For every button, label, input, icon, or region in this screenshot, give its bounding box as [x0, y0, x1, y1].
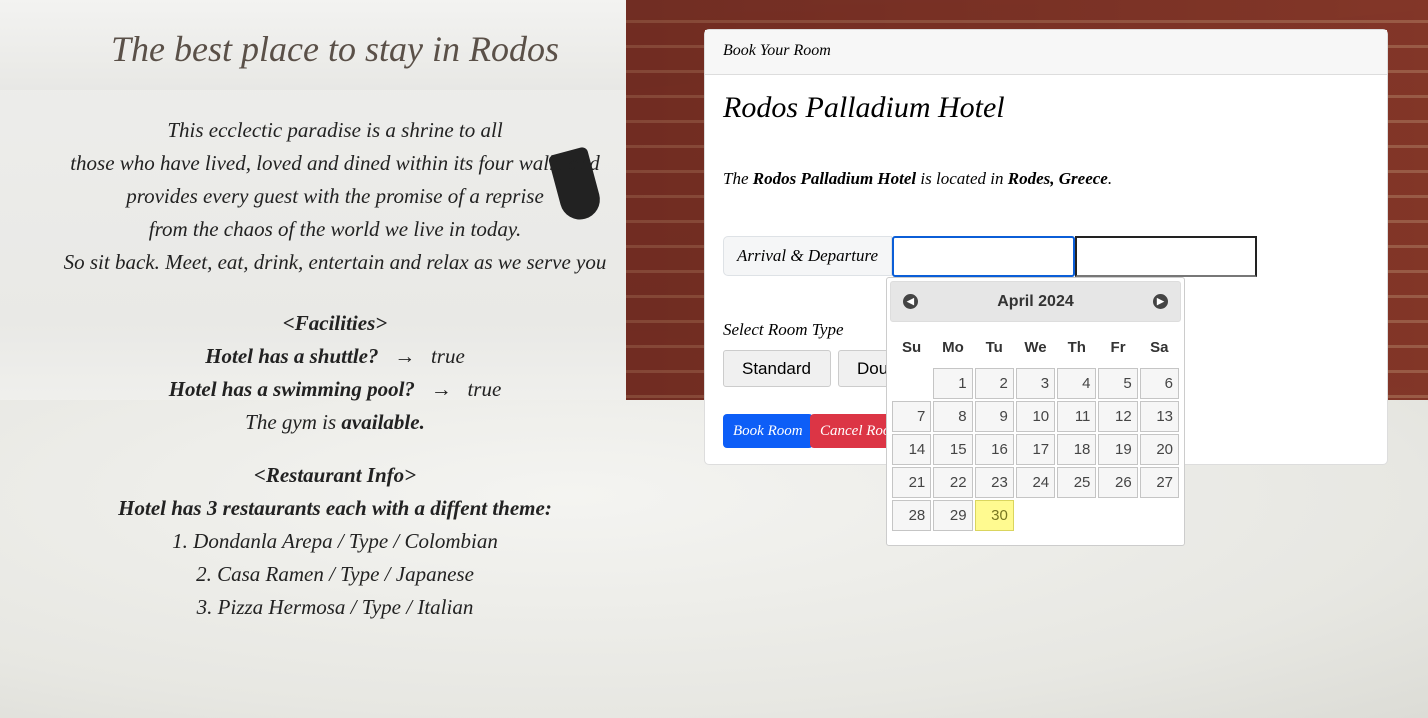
room-type-standard[interactable]: Standard: [723, 350, 831, 387]
departure-date-input[interactable]: [1075, 236, 1258, 277]
datepicker: ◀ April 2024 ▶ Su Mo Tu We Th Fr Sa 1 2 3 4 5 6 7 8 9 10…: [886, 277, 1185, 546]
calendar-day[interactable]: 25: [1057, 467, 1097, 498]
prev-month-icon[interactable]: ◀: [903, 294, 918, 309]
arrival-date-input[interactable]: [892, 236, 1076, 277]
calendar-day[interactable]: 11: [1057, 401, 1097, 432]
calendar-day[interactable]: 23: [974, 467, 1014, 498]
restaurant-title: <Restaurant Info>: [253, 463, 417, 487]
book-room-button[interactable]: Book Room: [723, 414, 813, 448]
calendar-day[interactable]: 29: [933, 500, 973, 531]
intro-line: So sit back. Meet, eat, drink, entertain…: [63, 250, 607, 274]
calendar-day[interactable]: 5: [1098, 368, 1138, 399]
calendar-day[interactable]: 2: [974, 368, 1014, 399]
date-range-group: Arrival & Departure: [723, 236, 1258, 277]
facility-shuttle: Hotel has a shuttle? → true: [205, 344, 465, 368]
weekday-header: We: [1024, 338, 1047, 356]
restaurant-item: 2. Casa Ramen / Type / Japanese: [196, 562, 474, 586]
calendar-day[interactable]: 12: [1098, 401, 1138, 432]
arrow-icon: →: [394, 344, 416, 368]
calendar-day[interactable]: 21: [892, 467, 932, 498]
next-month-icon[interactable]: ▶: [1153, 294, 1168, 309]
calendar-day[interactable]: 17: [1015, 434, 1056, 465]
weekday-header: Th: [1067, 338, 1086, 356]
facility-pool: Hotel has a swimming pool? → true: [168, 377, 502, 401]
calendar-day[interactable]: 4: [1057, 368, 1097, 399]
calendar-day[interactable]: 20: [1139, 434, 1179, 465]
calendar-day[interactable]: 14: [892, 434, 932, 465]
calendar-day[interactable]: 3: [1015, 368, 1056, 399]
facilities-title: <Facilities>: [282, 311, 388, 335]
card-header: Book Your Room: [705, 30, 1387, 75]
calendar-day[interactable]: 24: [1015, 467, 1056, 498]
restaurant-item: 3. Pizza Hermosa / Type / Italian: [196, 595, 474, 619]
calendar-day[interactable]: 18: [1057, 434, 1097, 465]
calendar-day[interactable]: 7: [892, 401, 932, 432]
facility-gym: The gym is available.: [245, 410, 425, 434]
calendar-day[interactable]: 27: [1139, 467, 1179, 498]
calendar-day[interactable]: 13: [1139, 401, 1179, 432]
weekday-header: Sa: [1150, 338, 1169, 356]
weekday-header: Tu: [985, 338, 1003, 356]
intro-text: This ecclectic paradise is a shrine to a…: [0, 114, 670, 279]
empty-cell: [892, 368, 931, 399]
empty-cell: [1057, 500, 1096, 531]
hotel-name: Rodos Palladium Hotel: [723, 91, 1005, 124]
intro-line: provides every guest with the promise of…: [126, 184, 544, 208]
date-range-label: Arrival & Departure: [723, 236, 893, 276]
cancel-room-button[interactable]: Cancel Room: [810, 414, 892, 448]
calendar-day[interactable]: 26: [1098, 467, 1138, 498]
calendar-day[interactable]: 6: [1139, 368, 1179, 399]
intro-line: This ecclectic paradise is a shrine to a…: [167, 118, 503, 142]
calendar-day[interactable]: 1: [933, 368, 973, 399]
hotel-location: The Rodos Palladium Hotel is located in …: [723, 169, 1113, 188]
datepicker-month: April 2024: [997, 293, 1074, 310]
calendar-grid: Su Mo Tu We Th Fr Sa 1 2 3 4 5 6 7 8 9 10 11 12 13 14 15 16 17 1…: [890, 326, 1181, 533]
empty-cell: [1140, 500, 1179, 531]
intro-line: from the chaos of the world we live in t…: [148, 217, 522, 241]
calendar-day[interactable]: 9: [974, 401, 1014, 432]
intro-line: those who have lived, loved and dined wi…: [70, 151, 600, 175]
weekday-header: Mo: [942, 338, 964, 356]
calendar-day[interactable]: 22: [933, 467, 973, 498]
hotel-description: The best place to stay in Rodos This ecc…: [0, 0, 670, 624]
empty-cell: [1098, 500, 1137, 531]
weekday-header: Su: [902, 338, 922, 356]
calendar-day[interactable]: 30: [974, 500, 1014, 531]
arrow-icon: →: [430, 377, 452, 401]
calendar-day[interactable]: 28: [892, 500, 932, 531]
room-type-label: Select Room Type: [723, 320, 844, 339]
restaurant-summary: Hotel has 3 restaurants each with a diff…: [118, 496, 552, 520]
calendar-day[interactable]: 19: [1098, 434, 1138, 465]
restaurant-item: 1. Dondanla Arepa / Type / Colombian: [172, 529, 498, 553]
calendar-day[interactable]: 15: [933, 434, 973, 465]
empty-cell: [1016, 500, 1055, 531]
calendar-day[interactable]: 10: [1015, 401, 1056, 432]
weekday-header: Fr: [1110, 338, 1126, 356]
datepicker-header: ◀ April 2024 ▶: [890, 281, 1181, 322]
calendar-day[interactable]: 8: [933, 401, 973, 432]
page-heading: The best place to stay in Rodos: [111, 29, 559, 69]
calendar-day[interactable]: 16: [974, 434, 1014, 465]
